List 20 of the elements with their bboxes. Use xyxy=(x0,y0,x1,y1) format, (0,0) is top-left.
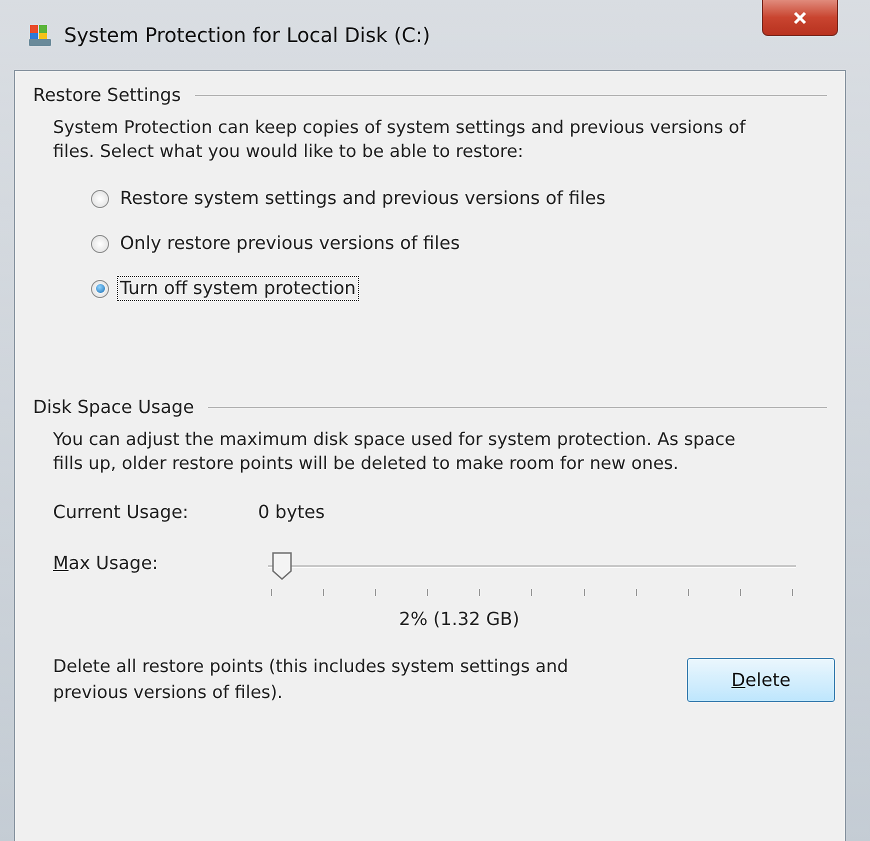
slider-reading: 2% (1.32 GB) xyxy=(399,609,520,630)
window-title: System Protection for Local Disk (C:) xyxy=(64,23,430,47)
description-text: You can adjust the maximum disk space used for system protection. As space fills up, older restore points will be deleted to make room for new ones. xyxy=(53,429,736,476)
field-value: 0 bytes xyxy=(258,502,325,523)
delete-button[interactable]: Delete xyxy=(687,658,835,702)
close-icon xyxy=(792,10,808,24)
slider-thumb[interactable] xyxy=(270,551,293,581)
description-text: System Protection can keep copies of system settings and previous versions of files. Select what you would like to be able to restore: xyxy=(53,117,747,164)
field-label: Current Usage: xyxy=(53,502,190,523)
delete-description: Delete all restore points (this includes system settings and previous versions of files). xyxy=(53,656,570,705)
radio-button[interactable] xyxy=(91,190,109,208)
field-label: Max Usage: xyxy=(53,553,160,574)
radio-label[interactable]: Only restore previous versions of files xyxy=(117,231,463,256)
radio-button[interactable] xyxy=(91,234,109,252)
section-heading: Restore Settings xyxy=(33,85,181,106)
close-button[interactable] xyxy=(762,0,838,36)
section-heading: Disk Space Usage xyxy=(33,397,194,418)
radio-button[interactable] xyxy=(91,280,109,298)
radio-label[interactable]: Restore system settings and previous versions of files xyxy=(117,186,608,211)
radio-label[interactable]: Turn off system protection xyxy=(117,276,359,301)
